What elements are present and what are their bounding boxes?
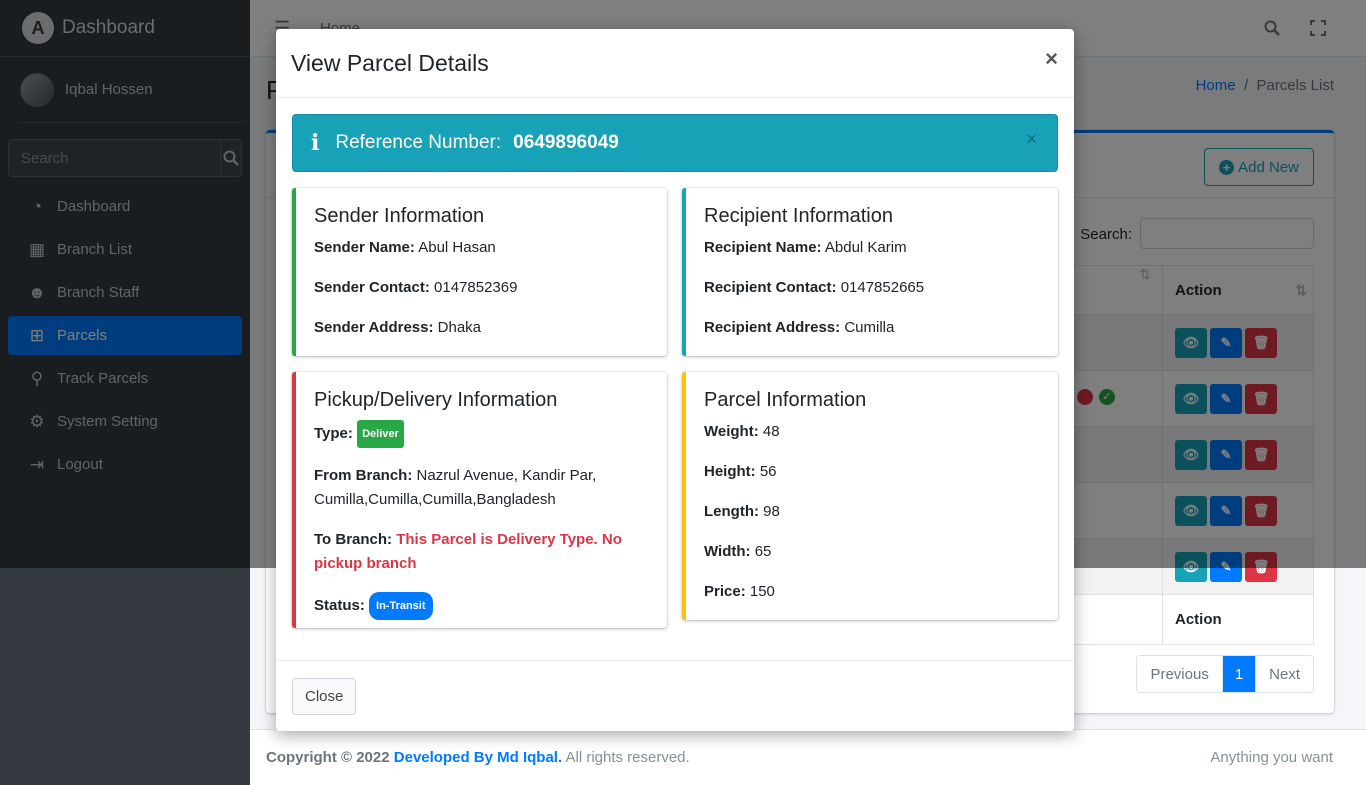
recipient-name-label: Recipient Name: xyxy=(704,239,822,256)
next-button[interactable]: Next xyxy=(1255,656,1313,692)
previous-button[interactable]: Previous xyxy=(1137,656,1222,692)
copyright-text: Copyright © 2022 xyxy=(266,749,390,766)
weight-value: 48 xyxy=(762,423,780,440)
weight-row: Weight: 48 xyxy=(704,420,1042,444)
alert-close-icon[interactable]: × xyxy=(1026,129,1037,150)
price-row: Price: 150 xyxy=(704,580,1042,604)
reference-alert: i Reference Number: 0649896049 × xyxy=(292,114,1058,172)
sender-name-label: Sender Name: xyxy=(314,239,415,256)
price-label: Price: xyxy=(704,583,746,600)
reference-label: Reference Number: xyxy=(335,132,502,153)
length-value: 98 xyxy=(763,503,780,520)
developer-link[interactable]: Developed By Md Iqbal. xyxy=(394,749,562,766)
from-branch-row: From Branch: Nazrul Avenue, Kandir Par, … xyxy=(314,464,651,512)
recipient-heading: Recipient Information xyxy=(704,205,893,227)
recipient-contact: 0147852665 xyxy=(840,279,925,296)
length-label: Length: xyxy=(704,503,759,520)
width-row: Width: 65 xyxy=(704,540,1042,564)
sender-address-label: Sender Address: xyxy=(314,319,434,336)
width-label: Width: xyxy=(704,543,751,560)
width-value: 65 xyxy=(754,543,772,560)
close-icon[interactable]: × xyxy=(1045,46,1058,72)
sender-contact-label: Sender Contact: xyxy=(314,279,430,296)
sender-contact: 0147852369 xyxy=(434,279,518,296)
parcel-info-card: Parcel Information Weight: 48 Height: 56… xyxy=(682,372,1058,620)
recipient-address-row: Recipient Address: Cumilla xyxy=(704,316,1042,340)
pickup-heading: Pickup/Delivery Information xyxy=(314,389,558,411)
action-footer: Action xyxy=(1162,595,1315,644)
page-1-button[interactable]: 1 xyxy=(1221,656,1256,692)
height-label: Height: xyxy=(704,463,756,480)
length-row: Length: 98 xyxy=(704,500,1042,524)
status-label: Status: xyxy=(314,596,365,614)
close-button[interactable]: Close xyxy=(292,678,357,715)
price-value: 150 xyxy=(749,583,775,600)
sender-info-card: Sender Information Sender Name: Abul Has… xyxy=(292,188,667,356)
action-footer-label: Action xyxy=(1175,611,1222,628)
recipient-contact-label: Recipient Contact: xyxy=(704,279,837,296)
modal-title: View Parcel Details xyxy=(291,50,489,76)
recipient-name: Abdul Karim xyxy=(824,239,907,256)
footer-copyright: Copyright © 2022 Developed By Md Iqbal. … xyxy=(266,749,690,766)
sender-address-row: Sender Address: Dhaka xyxy=(314,316,651,340)
sender-heading: Sender Information xyxy=(314,205,485,227)
footer-right-text: Anything you want xyxy=(1210,749,1333,766)
from-branch-label: From Branch: xyxy=(314,467,413,484)
status-badge: In-Transit xyxy=(369,592,433,620)
pagination: Previous 1 Next xyxy=(1136,655,1314,693)
sender-name: Abul Hasan xyxy=(418,239,496,256)
info-icon: i xyxy=(311,130,320,156)
recipient-address: Cumilla xyxy=(844,319,895,336)
modal-footer: Close xyxy=(276,660,1074,731)
recipient-address-label: Recipient Address: xyxy=(704,319,841,336)
type-row: Type: Deliver xyxy=(314,420,651,448)
recipient-info-card: Recipient Information Recipient Name: Ab… xyxy=(682,188,1058,356)
to-branch-row: To Branch: This Parcel is Delivery Type.… xyxy=(314,528,651,576)
status-row: Status: In-Transit xyxy=(314,592,651,620)
type-label: Type: xyxy=(314,424,353,442)
weight-label: Weight: xyxy=(704,423,759,440)
sender-address: Dhaka xyxy=(437,319,482,336)
height-row: Height: 56 xyxy=(704,460,1042,484)
parcel-details-modal: View Parcel Details × i Reference Number… xyxy=(276,29,1074,731)
height-value: 56 xyxy=(759,463,777,480)
modal-header: View Parcel Details × xyxy=(276,29,1074,98)
rights-text: All rights reserved. xyxy=(565,749,690,766)
recipient-name-row: Recipient Name: Abdul Karim xyxy=(704,236,1042,260)
footer: Copyright © 2022 Developed By Md Iqbal. … xyxy=(250,729,1366,785)
sender-name-row: Sender Name: Abul Hasan xyxy=(314,236,651,260)
recipient-contact-row: Recipient Contact: 0147852665 xyxy=(704,276,1042,300)
pickup-delivery-card: Pickup/Delivery Information Type: Delive… xyxy=(292,372,667,628)
type-badge: Deliver xyxy=(357,420,404,448)
to-branch-label: To Branch: xyxy=(314,531,393,548)
sender-contact-row: Sender Contact: 0147852369 xyxy=(314,276,651,300)
reference-value: 0649896049 xyxy=(513,132,619,153)
parcel-heading: Parcel Information xyxy=(704,389,867,411)
